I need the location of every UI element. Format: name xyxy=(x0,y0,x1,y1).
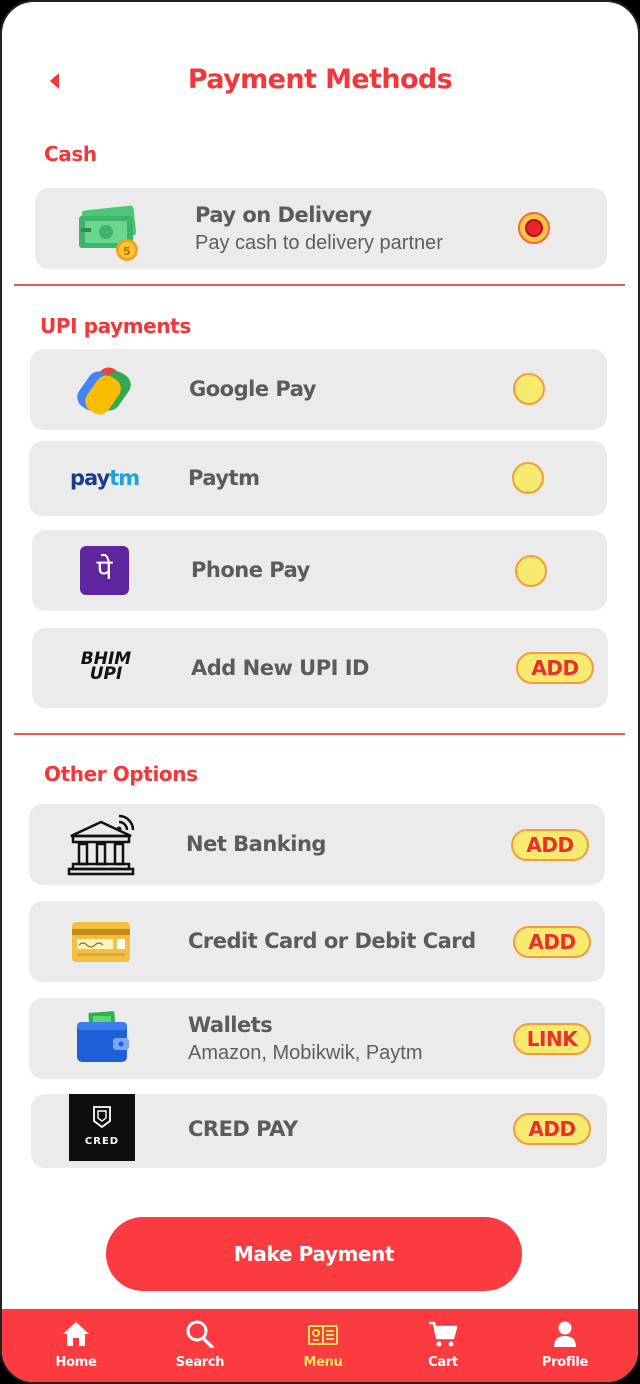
google-pay-icon xyxy=(77,367,131,415)
section-title-cash: Cash xyxy=(44,142,97,166)
option-label: Add New UPI ID xyxy=(191,656,369,680)
payment-option-add-upi[interactable]: BHIM UPI Add New UPI ID ADD xyxy=(32,628,608,708)
home-icon xyxy=(63,1322,89,1346)
section-title-other: Other Options xyxy=(44,762,198,786)
nav-home[interactable]: Home xyxy=(31,1309,121,1382)
add-net-banking-button[interactable]: ADD xyxy=(511,829,589,861)
payment-option-net-banking[interactable]: Net Banking ADD xyxy=(29,804,605,885)
option-label: Google Pay xyxy=(189,377,316,401)
page-title: Payment Methods xyxy=(187,64,453,95)
paytm-icon: paytm xyxy=(70,466,140,490)
cash-icon: 5 xyxy=(79,205,138,261)
payment-option-card[interactable]: Credit Card or Debit Card ADD xyxy=(29,901,605,982)
nav-profile[interactable]: Profile xyxy=(520,1309,610,1382)
divider xyxy=(14,284,625,286)
option-label: Credit Card or Debit Card xyxy=(188,929,476,953)
radio-button[interactable] xyxy=(515,555,547,587)
credit-card-icon xyxy=(72,922,130,962)
search-icon xyxy=(186,1320,214,1348)
radio-button[interactable] xyxy=(512,462,544,494)
bhim-upi-icon: BHIM UPI xyxy=(80,649,132,684)
option-label: CRED PAY xyxy=(188,1117,298,1141)
menu-icon xyxy=(308,1325,338,1345)
cred-shield-icon xyxy=(93,1106,111,1129)
make-payment-button[interactable]: Make Payment xyxy=(106,1217,522,1291)
nav-search[interactable]: Search xyxy=(155,1309,245,1382)
add-cred-button[interactable]: ADD xyxy=(513,1113,591,1145)
option-sub: Amazon, Mobikwik, Paytm xyxy=(188,1042,423,1064)
add-card-button[interactable]: ADD xyxy=(513,926,591,958)
payment-option-wallets[interactable]: Wallets Amazon, Mobikwik, Paytm LINK xyxy=(29,998,605,1079)
radio-selected[interactable] xyxy=(518,212,550,244)
svg-text:5: 5 xyxy=(123,245,131,258)
bottom-nav: Home Search Menu Cart Profile xyxy=(2,1309,638,1382)
payment-option-phone-pay[interactable]: पे Phone Pay xyxy=(32,530,607,611)
option-label: Net Banking xyxy=(186,832,326,856)
nav-menu[interactable]: Menu xyxy=(278,1309,368,1382)
payment-option-pay-on-delivery[interactable]: 5 Pay on Delivery Pay cash to delivery p… xyxy=(35,188,607,269)
header: Payment Methods xyxy=(2,52,638,112)
profile-icon xyxy=(554,1321,576,1347)
divider xyxy=(14,733,625,735)
bank-icon xyxy=(67,814,135,876)
wallet-icon xyxy=(77,1011,129,1062)
option-label: Paytm xyxy=(188,466,260,490)
option-label: Wallets xyxy=(188,1013,273,1037)
cred-icon: CRED xyxy=(69,1094,135,1161)
link-wallet-button[interactable]: LINK xyxy=(513,1023,591,1055)
cart-icon xyxy=(429,1321,458,1347)
payment-option-cred[interactable]: CRED CRED PAY ADD xyxy=(31,1094,607,1168)
nav-cart[interactable]: Cart xyxy=(398,1309,488,1382)
option-sub: Pay cash to delivery partner xyxy=(195,232,443,254)
cred-logo-text: CRED xyxy=(84,1136,120,1147)
payment-option-google-pay[interactable]: Google Pay xyxy=(30,349,607,430)
option-label: Phone Pay xyxy=(191,558,310,582)
payment-option-paytm[interactable]: paytm Paytm xyxy=(29,441,607,516)
section-title-upi: UPI payments xyxy=(40,314,191,338)
radio-button[interactable] xyxy=(513,373,545,405)
add-upi-button[interactable]: ADD xyxy=(516,652,594,684)
phonepe-icon: पे xyxy=(80,546,129,595)
option-label: Pay on Delivery xyxy=(195,203,372,227)
payment-methods-screen: Payment Methods Cash 5 Pay on Delivery P… xyxy=(0,0,640,1384)
